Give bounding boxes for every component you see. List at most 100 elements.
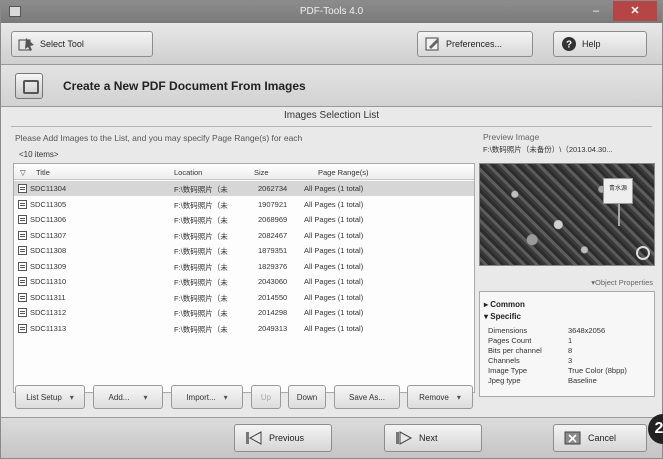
- column-page-range[interactable]: Page Range(s): [318, 168, 368, 177]
- next-button[interactable]: Next: [384, 424, 482, 452]
- row-title: SDC11310: [30, 277, 67, 286]
- preview-path: F:\数码照片（未备份）\（2013.04.30...: [483, 145, 613, 154]
- object-properties-toggle[interactable]: ▾Object Properties: [481, 278, 653, 287]
- rotate-icon[interactable]: [636, 246, 650, 260]
- common-group[interactable]: ▸ Common: [484, 300, 525, 309]
- preferences-label: Preferences...: [446, 39, 503, 49]
- row-page-range: All Pages (1 total): [304, 277, 364, 286]
- column-location[interactable]: Location: [174, 168, 202, 177]
- arrow-left-icon: [245, 430, 263, 446]
- specific-group[interactable]: ▾ Specific: [484, 312, 521, 321]
- table-row[interactable]: SDC11304 F:\数码照片（未 2062734 All Pages (1 tot…: [14, 181, 474, 196]
- row-title: SDC11306: [30, 215, 67, 224]
- svg-text:?: ?: [566, 40, 572, 51]
- image-file-icon: [18, 323, 27, 333]
- row-title: SDC11305: [30, 199, 67, 209]
- row-title: SDC11309: [30, 261, 67, 271]
- row-title: SDC11311: [30, 292, 66, 302]
- property-value: 1: [568, 336, 573, 345]
- up-button[interactable]: Up: [251, 385, 281, 409]
- save-as-button[interactable]: Save As...: [334, 385, 400, 409]
- select-tool-button[interactable]: Select Tool: [11, 31, 153, 57]
- preview-label: Preview Image: [483, 132, 540, 142]
- previous-button[interactable]: Previous: [234, 424, 332, 452]
- toolbar: Select Tool Preferences... ? Help: [1, 23, 662, 65]
- import-button[interactable]: Import... ▾: [171, 385, 243, 409]
- row-page-range: All Pages (1 total): [304, 199, 364, 209]
- table-row[interactable]: SDC11312 F:\数码照片（未 2014298 All Pages (1 tot…: [14, 305, 474, 320]
- images-list[interactable]: ▽ Title Location Size Page Range(s) SDC1…: [13, 163, 475, 393]
- title-bar: PDF-Tools 4.0 – ✕: [1, 1, 662, 23]
- table-row[interactable]: SDC11308 F:\数码照片（未 1879351 All Pages (1 tot…: [14, 243, 474, 258]
- page-title: Create a New PDF Document From Images: [63, 79, 306, 93]
- help-label: Help: [582, 39, 601, 49]
- chevron-down-icon: ▾: [456, 392, 461, 402]
- chevron-down-icon: ▾: [69, 392, 74, 402]
- minimize-button[interactable]: –: [581, 1, 611, 21]
- row-size: 2082467: [258, 230, 288, 240]
- page-banner: Create a New PDF Document From Images: [1, 65, 662, 107]
- property-value: 8: [568, 346, 573, 355]
- property-value: 3: [568, 356, 573, 365]
- table-row[interactable]: SDC11306 F:\数码照片（未 2068969 All Pages (1 tot…: [14, 212, 474, 227]
- table-row[interactable]: SDC11305 F:\数码照片（未 1907921 All Pages (1 tot…: [14, 197, 474, 212]
- row-location: F:\数码照片（未: [174, 247, 228, 256]
- previous-label: Previous: [269, 433, 305, 443]
- row-location: F:\数码照片（未: [174, 262, 228, 272]
- import-label: Import...: [186, 392, 216, 402]
- row-page-range: All Pages (1 total): [304, 230, 364, 240]
- remove-button[interactable]: Remove ▾: [407, 385, 473, 409]
- next-label: Next: [419, 433, 438, 443]
- property-value: Baseline: [568, 376, 597, 385]
- image-file-icon: [18, 184, 27, 193]
- property-value: True Color (8bpp): [568, 366, 627, 375]
- row-location: F:\数码照片（未: [174, 309, 228, 318]
- table-row[interactable]: SDC11307 F:\数码照片（未 2082467 All Pages (1 tot…: [14, 228, 474, 243]
- row-size: 2068969: [258, 215, 288, 224]
- add-button[interactable]: Add... ▾: [93, 385, 163, 409]
- image-file-icon: [18, 277, 27, 286]
- divider: [11, 126, 652, 127]
- row-size: 2043060: [258, 277, 288, 286]
- help-button[interactable]: ? Help: [553, 31, 647, 57]
- preferences-button[interactable]: Preferences...: [417, 31, 533, 57]
- table-row[interactable]: SDC11310 F:\数码照片（未 2043060 All Pages (1 tot…: [14, 274, 474, 289]
- select-tool-label: Select Tool: [40, 39, 84, 49]
- cancel-button[interactable]: Cancel: [553, 424, 647, 452]
- table-row[interactable]: SDC11313 F:\数码照片（未 2049313 All Pages (1 tot…: [14, 321, 474, 336]
- preview-sign: 青水源: [603, 178, 633, 226]
- row-title: SDC11308: [30, 246, 67, 255]
- row-location: F:\数码照片（未: [174, 324, 228, 334]
- row-location: F:\数码照片（未: [174, 185, 228, 194]
- image-file-icon: [18, 246, 27, 255]
- image-document-icon: [15, 73, 43, 99]
- wizard-footer: Previous Next Cancel: [1, 417, 662, 458]
- row-location: F:\数码照片（未: [174, 293, 228, 303]
- row-size: 2014550: [258, 292, 288, 302]
- list-setup-button[interactable]: List Setup ▾: [15, 385, 85, 409]
- down-button[interactable]: Down: [288, 385, 326, 409]
- sort-icon[interactable]: ▽: [20, 168, 26, 177]
- list-hint: Please Add Images to the List, and you m…: [15, 133, 303, 143]
- row-page-range: All Pages (1 total): [304, 261, 364, 271]
- property-key: Jpeg type: [488, 376, 521, 385]
- remove-label: Remove: [419, 392, 449, 402]
- row-page-range: All Pages (1 total): [304, 323, 364, 333]
- image-file-icon: [18, 230, 27, 240]
- column-size[interactable]: Size: [254, 168, 269, 177]
- close-button[interactable]: ✕: [613, 1, 657, 21]
- preview-image: 青水源: [479, 163, 655, 266]
- row-page-range: All Pages (1 total): [304, 292, 364, 302]
- table-row[interactable]: SDC11311 F:\数码照片（未 2014550 All Pages (1 tot…: [14, 290, 474, 305]
- row-page-range: All Pages (1 total): [304, 184, 364, 193]
- column-title[interactable]: Title: [36, 168, 50, 177]
- table-row[interactable]: SDC11309 F:\数码照片（未 1829376 All Pages (1 tot…: [14, 259, 474, 274]
- window-title: PDF-Tools 4.0: [299, 6, 364, 17]
- property-key: Bits per channel: [488, 346, 542, 355]
- add-label: Add...: [108, 392, 130, 402]
- row-size: 1829376: [258, 261, 288, 271]
- row-location: F:\数码照片（未: [174, 216, 228, 225]
- image-file-icon: [18, 199, 27, 209]
- property-key: Channels: [488, 356, 520, 365]
- image-file-icon: [18, 215, 27, 224]
